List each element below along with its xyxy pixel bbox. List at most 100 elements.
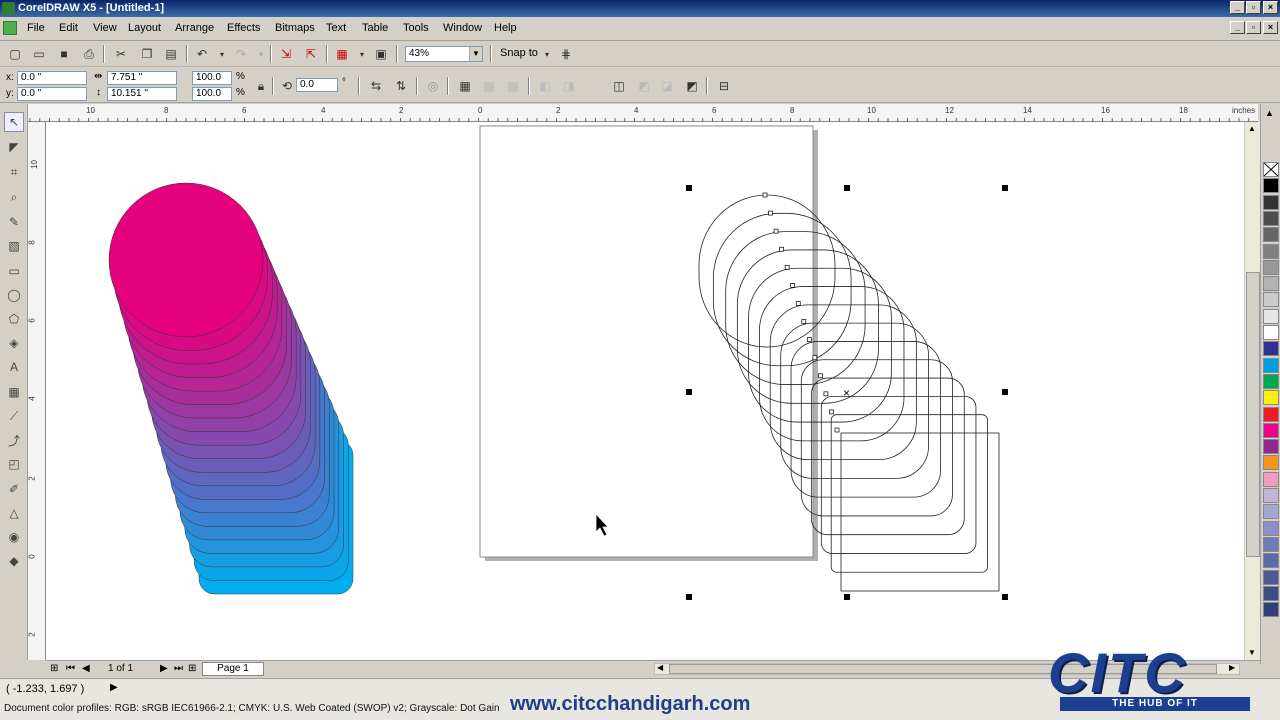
selection-handle[interactable] — [686, 185, 692, 191]
application-launcher-icon[interactable]: ▦ — [333, 45, 351, 63]
selection-handle[interactable] — [1002, 389, 1008, 395]
x-position-input[interactable]: 0.0 " — [17, 71, 87, 85]
blend-node[interactable] — [779, 246, 784, 252]
color-swatch[interactable] — [1263, 194, 1279, 210]
color-swatch[interactable] — [1263, 292, 1279, 308]
color-swatch[interactable] — [1263, 341, 1279, 357]
color-swatch[interactable] — [1263, 504, 1279, 520]
page-tab[interactable]: Page 1 — [202, 662, 264, 676]
color-swatch[interactable] — [1263, 488, 1279, 503]
color-swatch[interactable] — [1263, 210, 1279, 226]
shape-tool-icon[interactable]: ◤ — [4, 137, 24, 157]
blend-node[interactable] — [823, 391, 829, 397]
copy-icon[interactable]: ❐ — [138, 45, 156, 63]
blend-node[interactable] — [795, 301, 801, 306]
crop-tool-icon[interactable]: ⌗ — [4, 162, 24, 182]
page-first-icon[interactable]: ⊞ — [50, 663, 58, 674]
vertical-ruler[interactable]: 10 8 6 4 2 0 2 — [28, 122, 46, 660]
color-swatch[interactable] — [1263, 471, 1279, 487]
menu-file[interactable]: File — [27, 22, 45, 34]
blend-node[interactable] — [818, 373, 823, 379]
weld-icon[interactable]: ◫ — [610, 77, 628, 95]
table-tool-icon[interactable]: ▦ — [4, 382, 24, 402]
menu-view[interactable]: View — [93, 22, 117, 34]
scale-x-input[interactable]: 100.0 — [192, 71, 232, 85]
blend-group[interactable] — [108, 182, 354, 595]
pick-tool-icon[interactable]: ↖ — [4, 112, 24, 132]
blend-node[interactable] — [790, 283, 796, 288]
zoom-level-select[interactable]: 43% ▼ — [405, 46, 483, 62]
undo-dropdown-icon[interactable]: ▾ — [213, 45, 231, 63]
welcome-screen-icon[interactable]: ▣ — [372, 45, 390, 63]
scroll-left-icon[interactable]: ◀ — [657, 663, 663, 672]
width-input[interactable]: 7.751 " — [107, 71, 177, 85]
blend-node[interactable] — [773, 228, 779, 234]
selection-handle[interactable] — [844, 185, 850, 191]
save-icon[interactable]: ■ — [55, 45, 73, 63]
scroll-up-icon[interactable]: ▲ — [1248, 124, 1256, 133]
outline-tool-icon[interactable]: △ — [4, 503, 24, 523]
blend-node[interactable] — [812, 355, 818, 361]
selection-handle[interactable] — [1002, 594, 1008, 600]
snap-options-icon[interactable]: ⋕ — [557, 45, 575, 63]
launcher-dropdown-icon[interactable]: ▾ — [353, 45, 371, 63]
snap-to-button[interactable]: Snap to — [500, 47, 538, 59]
menu-window[interactable]: Window — [443, 22, 482, 34]
scale-y-input[interactable]: 100.0 — [192, 87, 232, 101]
export-icon[interactable]: ⇱ — [302, 45, 320, 63]
smart-fill-icon[interactable]: ▧ — [4, 236, 24, 256]
center-marker-icon[interactable]: × — [843, 386, 850, 400]
menu-edit[interactable]: Edit — [59, 22, 78, 34]
palette-scroll-up-icon[interactable]: ▲ — [1265, 108, 1274, 118]
page-first-button[interactable]: ⏮ — [66, 663, 75, 674]
ellipse-tool-icon[interactable]: ◯ — [4, 285, 24, 305]
blend-tool-icon[interactable]: ◰ — [4, 454, 24, 474]
vertical-scrollbar[interactable]: ▲ ▼ — [1244, 122, 1260, 660]
selection-handle[interactable] — [686, 594, 692, 600]
color-swatch[interactable] — [1263, 357, 1279, 373]
blend-node[interactable] — [768, 210, 773, 216]
menu-help[interactable]: Help — [494, 22, 517, 34]
doc-close-button[interactable]: × — [1263, 21, 1278, 34]
menu-tools[interactable]: Tools — [403, 22, 429, 34]
blend-node[interactable] — [806, 337, 812, 342]
cut-icon[interactable]: ✂ — [112, 45, 130, 63]
scrollbar-thumb[interactable] — [1246, 272, 1260, 557]
align-distribute-icon[interactable]: ⊟ — [715, 77, 733, 95]
blend-node[interactable] — [829, 409, 834, 415]
menu-text[interactable]: Text — [326, 22, 346, 34]
color-swatch[interactable] — [1263, 243, 1279, 259]
drawing-canvas[interactable]: × — [46, 122, 1244, 660]
maximize-button[interactable]: ▫ — [1246, 1, 1261, 14]
selection-handle[interactable] — [1002, 185, 1008, 191]
paste-icon[interactable]: ▤ — [162, 45, 180, 63]
no-color-swatch[interactable] — [1263, 162, 1279, 177]
text-tool-icon[interactable]: A — [4, 357, 24, 377]
color-swatch[interactable] — [1263, 178, 1279, 194]
close-button[interactable]: × — [1263, 1, 1278, 14]
page-prev-button[interactable]: ◀ — [82, 663, 90, 674]
color-swatch[interactable] — [1263, 569, 1279, 585]
eyedropper-tool-icon[interactable]: ✐ — [4, 479, 24, 499]
menu-bitmaps[interactable]: Bitmaps — [275, 22, 315, 34]
blend-node[interactable] — [762, 192, 768, 198]
color-swatch[interactable] — [1263, 520, 1279, 536]
selection-handle[interactable] — [844, 594, 850, 600]
group-icon[interactable]: ▦ — [456, 77, 474, 95]
import-icon[interactable]: ⇲ — [277, 45, 295, 63]
mirror-horizontal-icon[interactable]: ⇆ — [367, 77, 385, 95]
color-swatch[interactable] — [1263, 308, 1279, 324]
rotation-input[interactable]: 0.0 — [296, 78, 338, 92]
menu-table[interactable]: Table — [362, 22, 388, 34]
blend-node[interactable] — [784, 264, 790, 270]
new-icon[interactable]: ▢ — [6, 45, 24, 63]
color-swatch[interactable] — [1263, 406, 1279, 422]
color-swatch[interactable] — [1263, 602, 1279, 618]
color-swatch[interactable] — [1263, 536, 1279, 552]
page-last-button[interactable]: ⏭ — [174, 663, 183, 674]
add-page-icon[interactable]: ⊞ — [188, 663, 196, 674]
basic-shapes-icon[interactable]: ◈ — [4, 333, 24, 353]
connector-tool-icon[interactable]: ⤴ — [4, 430, 24, 450]
polygon-tool-icon[interactable]: ⬠ — [4, 309, 24, 329]
blend-node[interactable] — [834, 427, 840, 433]
